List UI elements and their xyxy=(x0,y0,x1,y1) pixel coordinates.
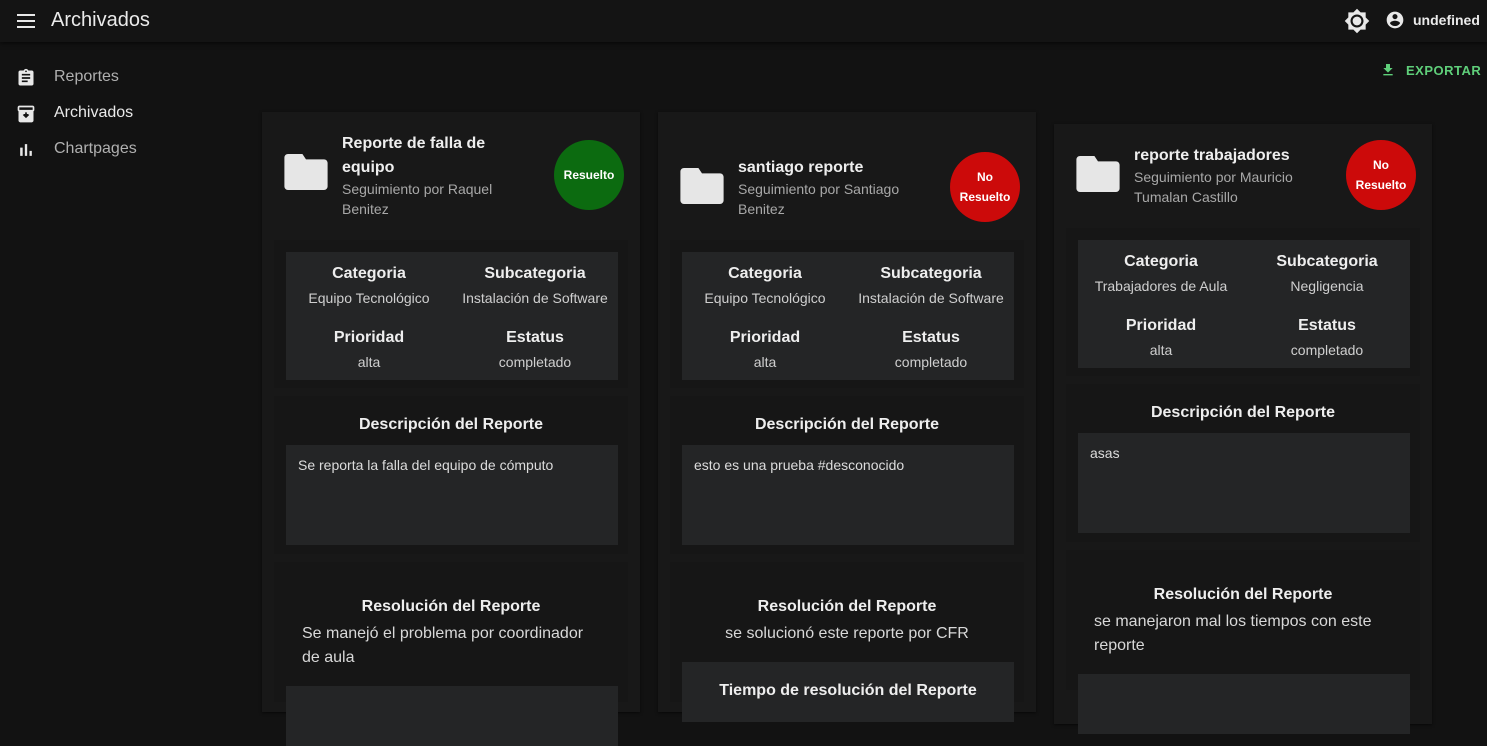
categoria-label: Categoria xyxy=(1124,253,1198,270)
download-icon xyxy=(1383,64,1393,76)
description-text: esto es una prueba #desconocido xyxy=(682,445,1014,545)
subcategoria-value: Instalación de Software xyxy=(858,290,1004,306)
resolution-section: Resolución del Reporte se solucionó este… xyxy=(670,562,1024,722)
report-card: reporte trabajadores Seguimiento por Mau… xyxy=(1054,124,1432,734)
categoria-value: Equipo Tecnológico xyxy=(308,290,430,306)
time-box xyxy=(286,686,618,746)
report-follow: Seguimiento por Raquel Benitez xyxy=(342,181,493,217)
sidebar-item-reportes[interactable]: Reportes xyxy=(0,60,240,96)
clipboard-icon xyxy=(18,68,34,86)
report-title: santiago reporte xyxy=(738,159,864,176)
time-box xyxy=(1078,674,1410,734)
app-bar: Archivados undefined xyxy=(0,0,1487,42)
resolution-text: Se manejó el problema por coordinador de… xyxy=(302,625,584,666)
categoria-label: Categoria xyxy=(728,265,802,282)
status-badge: Resuelto xyxy=(554,140,624,210)
status-badge: No Resuelto xyxy=(1346,140,1416,210)
prioridad-value: alta xyxy=(1149,342,1173,358)
description-section: Descripción del Reporte asas xyxy=(1066,384,1420,542)
info-grid: Categoria Equipo Tecnológico Subcategori… xyxy=(682,252,1014,380)
archive-icon xyxy=(17,105,35,123)
time-box: Tiempo de resolución del Reporte xyxy=(682,662,1014,722)
time-title: Tiempo de resolución del Reporte xyxy=(719,682,977,699)
estatus-value: completado xyxy=(894,354,968,370)
info-grid: Categoria Trabajadores de Aula Subcatego… xyxy=(1078,240,1410,368)
sidebar-item-label: Reportes xyxy=(54,68,119,85)
subcategoria-label: Subcategoria xyxy=(880,265,982,282)
subcategoria-value: Instalación de Software xyxy=(462,290,608,306)
resolution-title: Resolución del Reporte xyxy=(1153,586,1333,603)
export-button[interactable]: EXPORTAR xyxy=(1380,58,1481,82)
prioridad-value: alta xyxy=(753,354,777,370)
prioridad-label: Prioridad xyxy=(729,329,801,346)
estatus-value: completado xyxy=(498,354,572,370)
account-icon[interactable] xyxy=(1385,10,1405,30)
resolution-text: se manejaron mal los tiempos con este re… xyxy=(1094,613,1372,654)
info-grid: Categoria Equipo Tecnológico Subcategori… xyxy=(286,252,618,380)
report-title: Reporte de falla de equipo xyxy=(342,135,486,176)
estatus-value: completado xyxy=(1290,342,1364,358)
description-section: Descripción del Reporte esto es una prue… xyxy=(670,396,1024,554)
subcategoria-label: Subcategoria xyxy=(1276,253,1378,270)
status-badge: No Resuelto xyxy=(950,152,1020,222)
menu-icon[interactable] xyxy=(14,10,38,32)
sidebar-item-chartpages[interactable]: Chartpages xyxy=(0,132,240,168)
categoria-label: Categoria xyxy=(332,265,406,282)
prioridad-label: Prioridad xyxy=(333,329,405,346)
report-follow: Seguimiento por Mauricio Tumalan Castill… xyxy=(1134,169,1293,205)
user-name[interactable]: undefined xyxy=(1413,12,1480,28)
description-title: Descripción del Reporte xyxy=(754,416,940,433)
brightness-icon[interactable] xyxy=(1344,8,1370,34)
page-title: Archivados xyxy=(51,9,150,31)
sidebar-item-archivados[interactable]: Archivados xyxy=(0,96,240,132)
report-card: santiago reporte Seguimiento por Santiag… xyxy=(658,112,1036,722)
folder-icon xyxy=(680,168,724,204)
description-title: Descripción del Reporte xyxy=(1150,404,1336,421)
subcategoria-value: Negligencia xyxy=(1290,278,1364,294)
prioridad-label: Prioridad xyxy=(1125,317,1197,334)
description-section: Descripción del Reporte Se reporta la fa… xyxy=(274,396,628,554)
resolution-title: Resolución del Reporte xyxy=(757,598,937,615)
categoria-value: Equipo Tecnológico xyxy=(704,290,826,306)
folder-icon xyxy=(1076,156,1120,192)
subcategoria-label: Subcategoria xyxy=(484,265,586,282)
report-title: reporte trabajadores xyxy=(1134,147,1290,164)
sidebar: Reportes Archivados Chartpages xyxy=(0,42,240,693)
description-text: Se reporta la falla del equipo de cómput… xyxy=(286,445,618,545)
info-section: Categoria Equipo Tecnológico Subcategori… xyxy=(670,240,1024,388)
export-label: EXPORTAR xyxy=(1406,62,1482,78)
info-section: Categoria Trabajadores de Aula Subcatego… xyxy=(1066,228,1420,376)
resolution-text: se solucionó este reporte por CFR xyxy=(725,625,969,642)
resolution-title: Resolución del Reporte xyxy=(361,598,541,615)
folder-icon xyxy=(284,154,328,190)
info-section: Categoria Equipo Tecnológico Subcategori… xyxy=(274,240,628,388)
estatus-label: Estatus xyxy=(1298,317,1356,334)
estatus-label: Estatus xyxy=(902,329,960,346)
resolution-section: Resolución del Reporte se manejaron mal … xyxy=(1066,550,1420,734)
estatus-label: Estatus xyxy=(506,329,564,346)
sidebar-item-label: Chartpages xyxy=(54,140,137,157)
prioridad-value: alta xyxy=(357,354,381,370)
report-card: Reporte de falla de equipo Seguimiento p… xyxy=(262,112,640,746)
description-text: asas xyxy=(1078,433,1410,533)
sidebar-item-label: Archivados xyxy=(54,104,134,121)
categoria-value: Trabajadores de Aula xyxy=(1094,278,1228,294)
resolution-section: Resolución del Reporte Se manejó el prob… xyxy=(274,562,628,746)
description-title: Descripción del Reporte xyxy=(358,416,544,433)
bar-chart-icon xyxy=(20,144,32,156)
report-follow: Seguimiento por Santiago Benitez xyxy=(738,181,900,217)
